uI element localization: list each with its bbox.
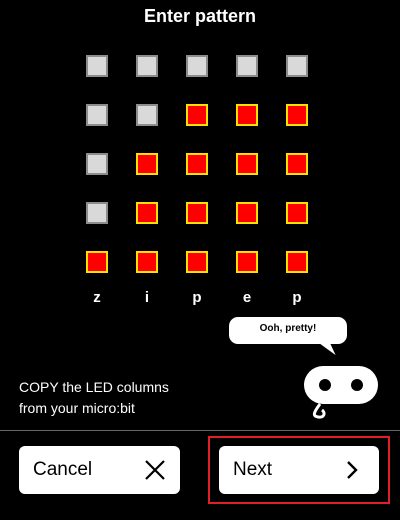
page-title: Enter pattern <box>143 6 257 26</box>
led-cell-r1-c3[interactable] <box>186 55 208 77</box>
speech-bubble-text: Ooh, pretty! <box>259 323 317 334</box>
column-letter-2: i <box>144 289 150 306</box>
led-cell-r4-c3[interactable] <box>186 202 208 224</box>
column-letters: zipep <box>86 289 314 309</box>
robot-head <box>304 366 378 404</box>
led-cell-r4-c1[interactable] <box>86 202 108 224</box>
led-cell-r2-c2[interactable] <box>136 104 158 126</box>
column-letter-4: e <box>242 289 252 306</box>
chevron-right-icon <box>347 461 358 479</box>
footer-divider <box>0 430 400 431</box>
led-cell-r3-c1[interactable] <box>86 153 108 175</box>
column-letter-5: p <box>292 289 302 306</box>
close-icon <box>145 460 165 480</box>
microbit-robot-illustration: Ooh, pretty! <box>226 312 396 424</box>
cancel-button-label: Cancel <box>33 459 93 480</box>
led-pattern-grid <box>86 55 314 273</box>
led-cell-r1-c5[interactable] <box>286 55 308 77</box>
led-cell-r1-c1[interactable] <box>86 55 108 77</box>
led-cell-r2-c5[interactable] <box>286 104 308 126</box>
robot-left-eye <box>319 379 331 391</box>
led-cell-r3-c3[interactable] <box>186 153 208 175</box>
led-cell-r5-c3[interactable] <box>186 251 208 273</box>
robot-right-eye <box>351 379 363 391</box>
robot-antenna <box>312 403 326 419</box>
led-cell-r3-c4[interactable] <box>236 153 258 175</box>
instruction-line-2: from your micro:bit <box>19 400 135 416</box>
led-cell-r4-c5[interactable] <box>286 202 308 224</box>
led-cell-r1-c4[interactable] <box>236 55 258 77</box>
column-letter-3: p <box>192 289 202 306</box>
next-button[interactable]: Next <box>219 446 379 494</box>
led-cell-r1-c2[interactable] <box>136 55 158 77</box>
instruction-line-1: COPY the LED columns <box>19 379 169 395</box>
next-button-label: Next <box>233 459 273 480</box>
led-cell-r5-c5[interactable] <box>286 251 308 273</box>
cancel-button[interactable]: Cancel <box>19 446 180 494</box>
led-cell-r2-c3[interactable] <box>186 104 208 126</box>
instruction-text: COPY the LED columns from your micro:bit <box>19 377 169 419</box>
led-cell-r3-c5[interactable] <box>286 153 308 175</box>
led-cell-r2-c4[interactable] <box>236 104 258 126</box>
led-cell-r5-c1[interactable] <box>86 251 108 273</box>
led-cell-r5-c4[interactable] <box>236 251 258 273</box>
led-cell-r4-c2[interactable] <box>136 202 158 224</box>
column-letter-1: z <box>93 289 101 306</box>
led-cell-r4-c4[interactable] <box>236 202 258 224</box>
led-cell-r3-c2[interactable] <box>136 153 158 175</box>
led-cell-r5-c2[interactable] <box>136 251 158 273</box>
led-cell-r2-c1[interactable] <box>86 104 108 126</box>
